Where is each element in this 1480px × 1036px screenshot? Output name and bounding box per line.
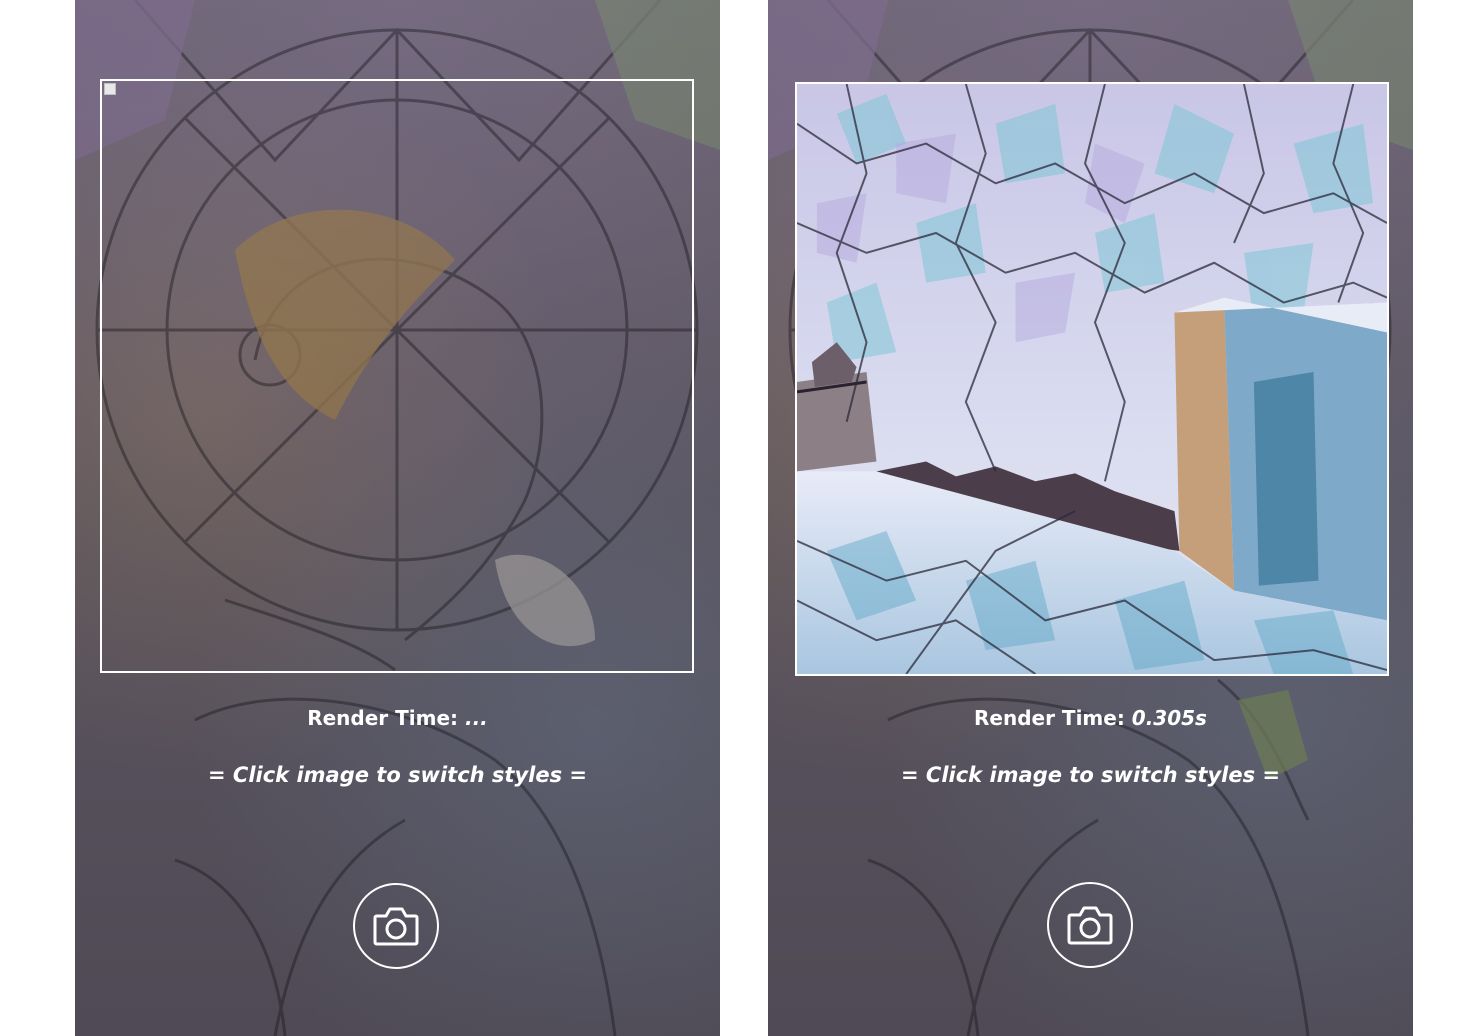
styled-image-frame[interactable] [100, 79, 694, 673]
render-time: Render Time: ... [75, 706, 720, 730]
camera-icon [1067, 906, 1113, 945]
styled-image-frame[interactable] [795, 82, 1389, 676]
render-time-label: Render Time: [307, 706, 459, 730]
render-time-label: Render Time: [974, 706, 1125, 730]
stylized-winter-image [797, 84, 1387, 674]
broken-image-icon [104, 83, 116, 95]
render-time-value: 0.305s [1131, 706, 1207, 730]
camera-button[interactable] [1047, 882, 1133, 968]
camera-button[interactable] [353, 883, 439, 969]
phone-screen-right: Render Time: 0.305s = Click image to swi… [768, 0, 1413, 1036]
render-time: Render Time: 0.305s [768, 706, 1413, 730]
render-time-value: ... [464, 706, 488, 730]
phone-screen-left: Render Time: ... = Click image to switch… [75, 0, 720, 1036]
camera-icon [373, 907, 419, 946]
switch-styles-hint: = Click image to switch styles = [901, 763, 1280, 787]
switch-styles-hint: = Click image to switch styles = [208, 763, 587, 787]
